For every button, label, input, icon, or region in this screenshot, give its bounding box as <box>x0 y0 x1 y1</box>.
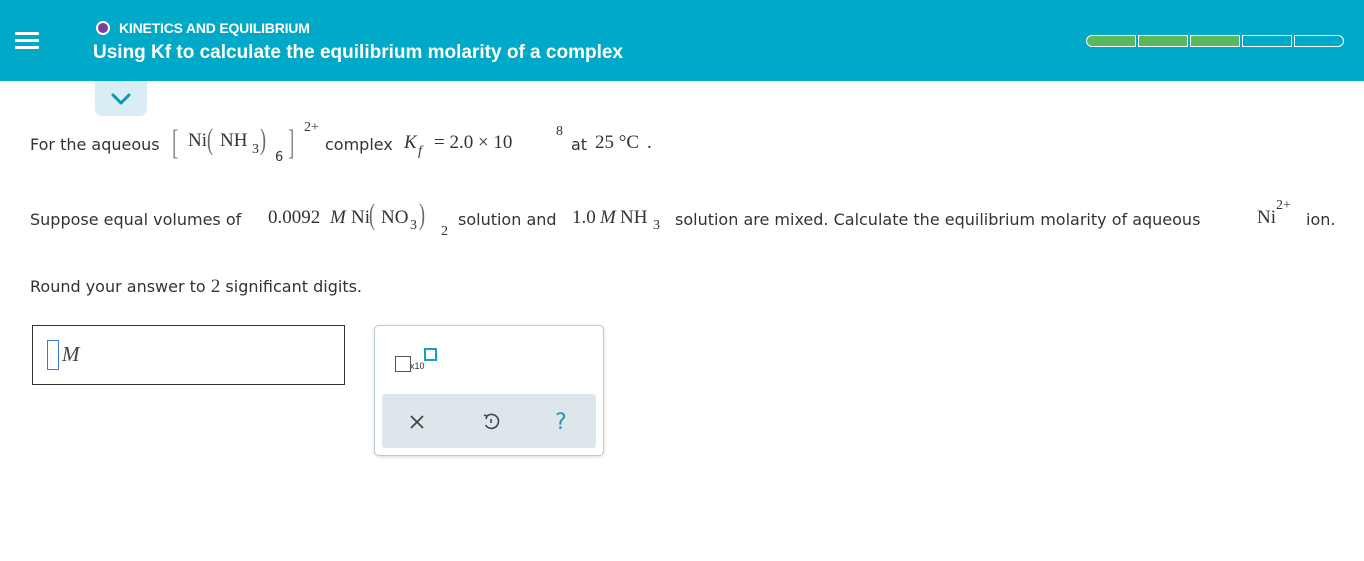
salt-ni: Ni <box>351 207 370 228</box>
complex-paren-sub: 6 <box>275 150 284 165</box>
chevron-down-icon <box>111 93 131 105</box>
conc-ammonia: 1.0 <box>572 207 596 228</box>
menu-icon[interactable] <box>14 28 40 54</box>
conc-nickel-unit: M <box>330 207 346 228</box>
salt-no-sub: 3 <box>410 218 417 233</box>
topic-label: KINETICS AND EQUILIBRIUM <box>119 20 310 36</box>
help-button[interactable]: ? <box>546 407 576 437</box>
top-bar: KINETICS AND EQUILIBRIUM Using Kf to cal… <box>0 0 1364 81</box>
expand-tab[interactable] <box>95 81 147 116</box>
k-subscript: f <box>418 144 422 159</box>
undo-button[interactable] <box>476 407 506 437</box>
bracket-left: [ <box>172 123 179 162</box>
sci-base-box <box>395 356 411 372</box>
line1-prefix: For the aqueous <box>30 135 160 154</box>
help-icon: ? <box>555 409 567 435</box>
topic-status-dot <box>96 21 110 35</box>
complex-ni: Ni <box>188 130 207 151</box>
complex-paren-right: ) <box>260 123 266 156</box>
k-symbol: K <box>404 132 417 153</box>
sci-x10-label: x10 <box>410 361 425 371</box>
math-palette: x10 ? <box>374 325 604 456</box>
salt-paren-left: ( <box>369 198 375 231</box>
conc-ammonia-unit: M <box>600 207 616 228</box>
k-value: = 2.0 × 10 <box>434 132 513 153</box>
clear-icon <box>410 415 424 429</box>
temperature: 25 °C <box>595 132 640 153</box>
progress-segment <box>1138 35 1188 47</box>
undo-icon <box>483 413 500 430</box>
k-exponent: 8 <box>556 124 563 139</box>
line2-mid2: solution are mixed. Calculate the equili… <box>675 210 1201 229</box>
answer-input[interactable]: M <box>32 325 345 385</box>
complex-paren-left: ( <box>207 123 213 156</box>
answer-unit: M <box>62 342 80 366</box>
progress-segment <box>1190 35 1240 47</box>
palette-action-bar: ? <box>382 394 596 448</box>
ammonia-nh: NH <box>620 207 648 228</box>
ion-charge: 2+ <box>1276 198 1291 213</box>
sci-exponent-box <box>424 348 437 361</box>
topic-row: KINETICS AND EQUILIBRIUM <box>96 20 310 36</box>
line1-mid: complex <box>325 135 393 154</box>
clear-button[interactable] <box>402 407 432 437</box>
complex-charge: 2+ <box>304 120 319 135</box>
salt-no: NO <box>381 207 409 228</box>
line2-prefix: Suppose equal volumes of <box>30 210 242 229</box>
salt-paren-right: ) <box>419 198 425 231</box>
answer-cursor-slot[interactable] <box>47 340 59 370</box>
progress-segment <box>1242 35 1292 47</box>
salt-paren-sub: 2 <box>441 224 448 239</box>
ammonia-sub: 3 <box>653 218 660 233</box>
conc-nickel: 0.0092 <box>268 207 321 228</box>
progress-segment <box>1086 35 1136 47</box>
line3-suffix: significant digits. <box>225 277 363 296</box>
at-label: at <box>571 135 588 154</box>
line2-suffix: ion. <box>1306 210 1336 229</box>
bracket-right: ] <box>288 123 295 162</box>
significant-digits-count: 2 <box>210 276 221 297</box>
question-line-3: Round your answer to 2 significant digit… <box>30 276 362 298</box>
lesson-title: Using Kf to calculate the equilibrium mo… <box>93 42 623 63</box>
progress-bar <box>1086 35 1344 47</box>
scientific-notation-button[interactable]: x10 <box>394 348 440 374</box>
complex-nh: NH <box>220 130 248 151</box>
line3-prefix: Round your answer to <box>30 277 206 296</box>
line1-period: . <box>647 132 652 153</box>
complex-nh-sub: 3 <box>252 142 259 157</box>
line2-mid1: solution and <box>458 210 557 229</box>
progress-segment <box>1294 35 1344 47</box>
ion-ni: Ni <box>1257 207 1276 228</box>
